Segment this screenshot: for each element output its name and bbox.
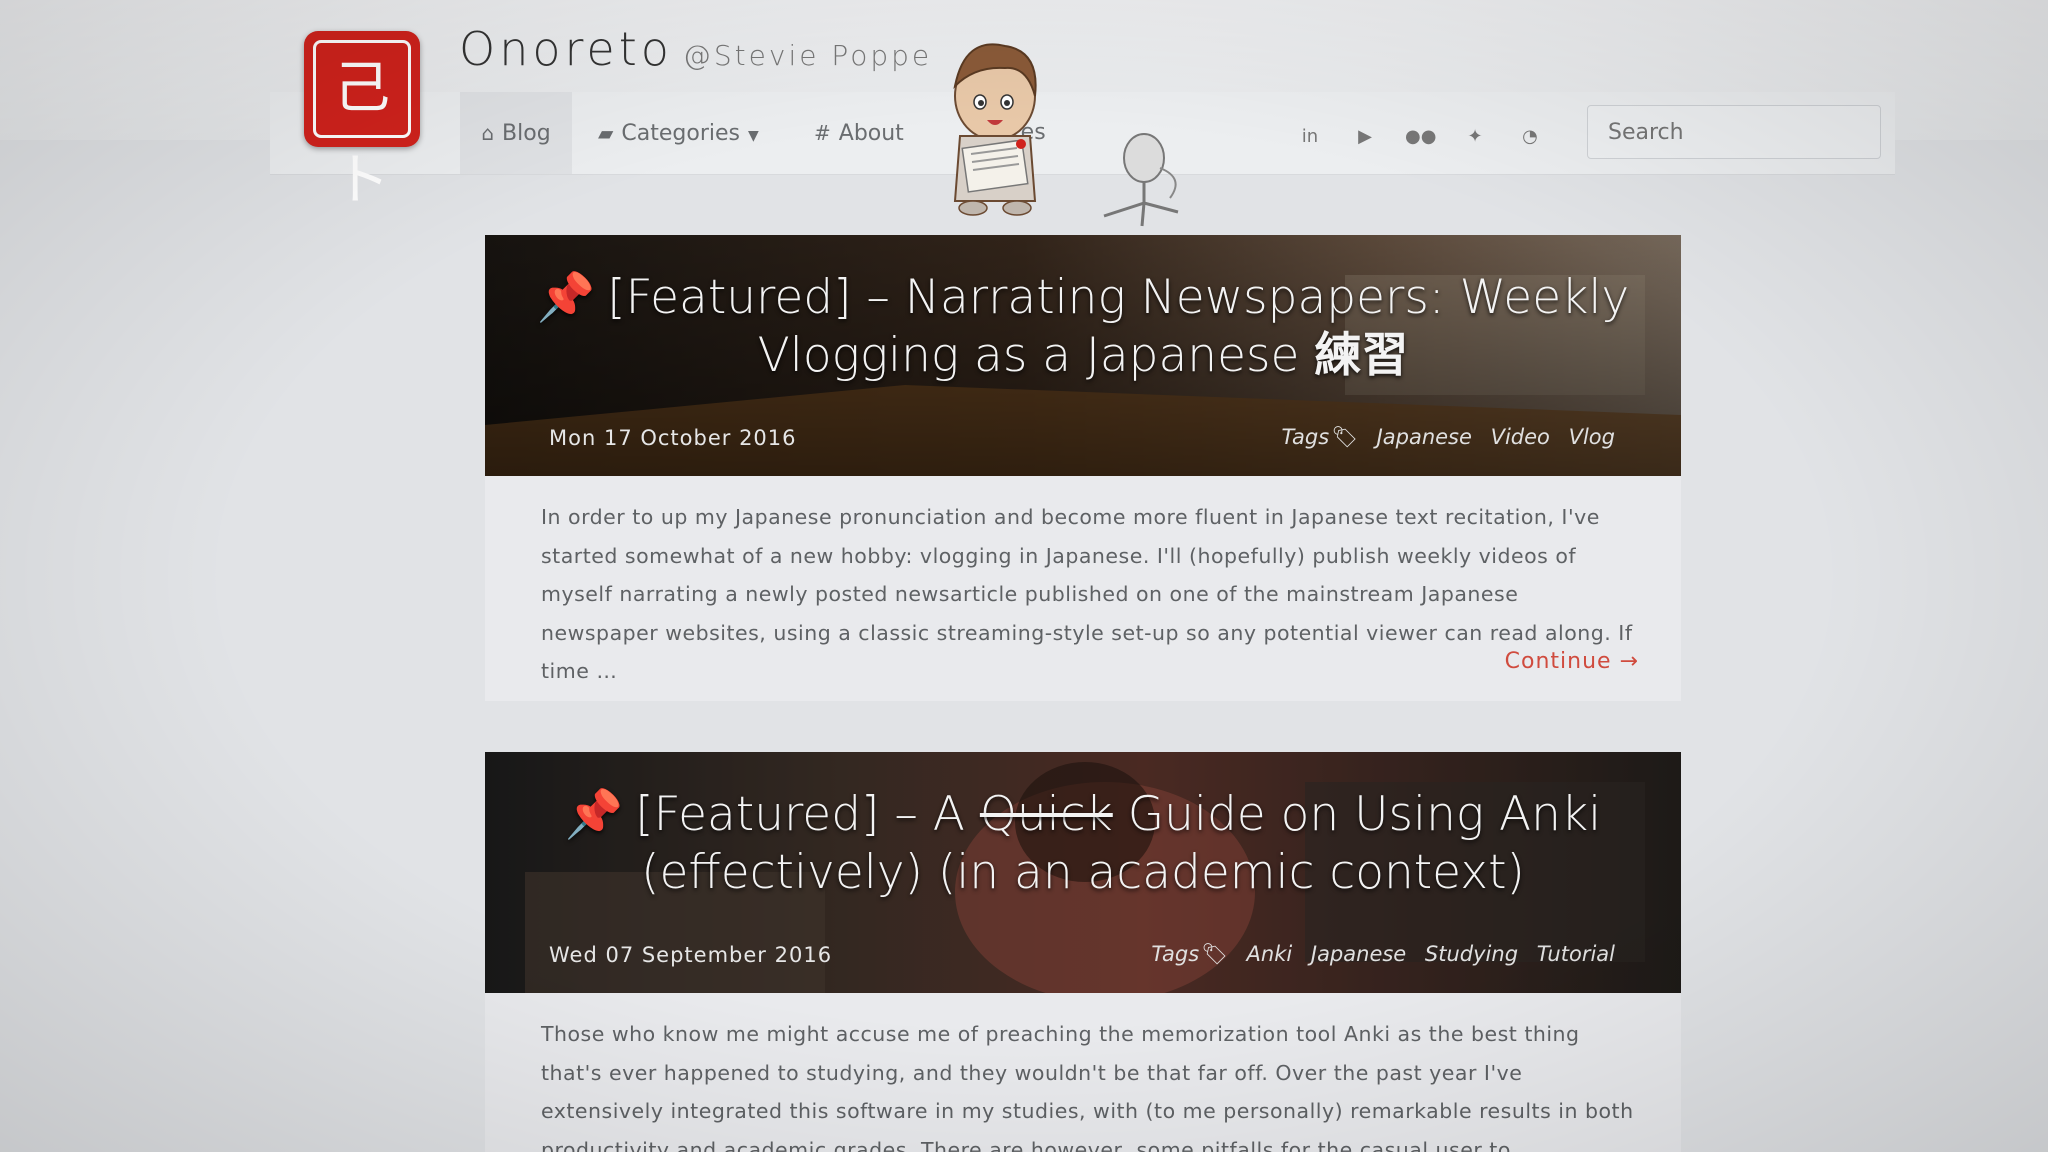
youtube-icon[interactable]: ▶ xyxy=(1350,122,1380,152)
post-excerpt-text: Those who know me might accuse me of pre… xyxy=(541,1022,1634,1152)
logo-text: 己ト xyxy=(313,40,411,213)
flickr-icon[interactable]: ●● xyxy=(1405,122,1436,152)
rss-icon[interactable]: ◔ xyxy=(1515,122,1545,152)
post-excerpt-text: In order to up my Japanese pronunciation… xyxy=(541,505,1633,683)
twitter-icon[interactable]: ✦ xyxy=(1460,122,1490,152)
site-brand[interactable]: Onoreto @Stevie Poppe xyxy=(459,22,932,76)
post-title-kanji: 練習 xyxy=(1314,328,1409,383)
post-date: Wed 07 September 2016 xyxy=(549,943,833,967)
tag-link[interactable]: Tutorial xyxy=(1537,942,1615,966)
tag-icon: 🏷 xyxy=(1331,425,1358,449)
tags-label: Tags xyxy=(1281,425,1330,449)
hash-icon: # xyxy=(814,121,831,145)
pin-icon: 📌 xyxy=(536,270,596,325)
post-title-text: [Featured] – Narrating Newspapers: Weekl… xyxy=(607,270,1630,383)
post-title-strike: Quick xyxy=(979,787,1113,842)
mascot-illustration xyxy=(953,43,1037,216)
tag-link[interactable]: Video xyxy=(1491,425,1550,449)
nav-categories-label: Categories xyxy=(621,121,740,146)
continue-link[interactable]: Continue → xyxy=(1505,643,1639,682)
folder-icon: ▰ xyxy=(598,121,614,145)
search-input[interactable] xyxy=(1587,105,1881,159)
microphone-illustration xyxy=(1103,133,1179,227)
post-tags: Tags🏷 Japanese Video Vlog xyxy=(1281,425,1615,450)
linkedin-icon[interactable]: in xyxy=(1295,122,1325,152)
post-date: Mon 17 October 2016 xyxy=(549,426,797,450)
tag-link[interactable]: Anki xyxy=(1247,942,1293,966)
tag-link[interactable]: Studying xyxy=(1425,942,1518,966)
post-title[interactable]: 📌 [Featured] – A Quick Guide on Using Ank… xyxy=(525,786,1641,902)
post-header[interactable]: 📌 [Featured] – Narrating Newspapers: Week… xyxy=(485,235,1681,476)
site-logo[interactable]: 己ト xyxy=(304,31,420,213)
tags-label: Tags xyxy=(1151,942,1200,966)
caret-down-icon: ▼ xyxy=(747,128,759,144)
site-handle: @Stevie Poppe xyxy=(682,39,933,72)
post-tags: Tags🏷 Anki Japanese Studying Tutorial xyxy=(1151,942,1615,967)
post-title-before: [Featured] – A xyxy=(635,787,980,842)
tag-link[interactable]: Japanese xyxy=(1377,425,1472,449)
tag-icon: 🏷 xyxy=(1201,942,1228,966)
nav-about-label: About xyxy=(838,121,904,146)
site-name: Onoreto xyxy=(459,22,673,76)
nav-categories[interactable]: ▰ Categories ▼ xyxy=(598,92,759,174)
post-title[interactable]: 📌 [Featured] – Narrating Newspapers: Week… xyxy=(525,269,1641,385)
post-excerpt: In order to up my Japanese pronunciation… xyxy=(485,476,1681,701)
post-header[interactable]: 📌 [Featured] – A Quick Guide on Using Ank… xyxy=(485,752,1681,993)
nav-blog[interactable]: ⌂ Blog xyxy=(460,92,572,174)
tag-link[interactable]: Japanese xyxy=(1311,942,1406,966)
tag-link[interactable]: Vlog xyxy=(1569,425,1615,449)
home-icon: ⌂ xyxy=(481,121,495,145)
nav-blog-label: Blog xyxy=(502,121,551,146)
pin-icon: 📌 xyxy=(564,787,624,842)
post-excerpt: Those who know me might accuse me of pre… xyxy=(485,993,1681,1152)
nav-about[interactable]: # About xyxy=(814,92,904,174)
